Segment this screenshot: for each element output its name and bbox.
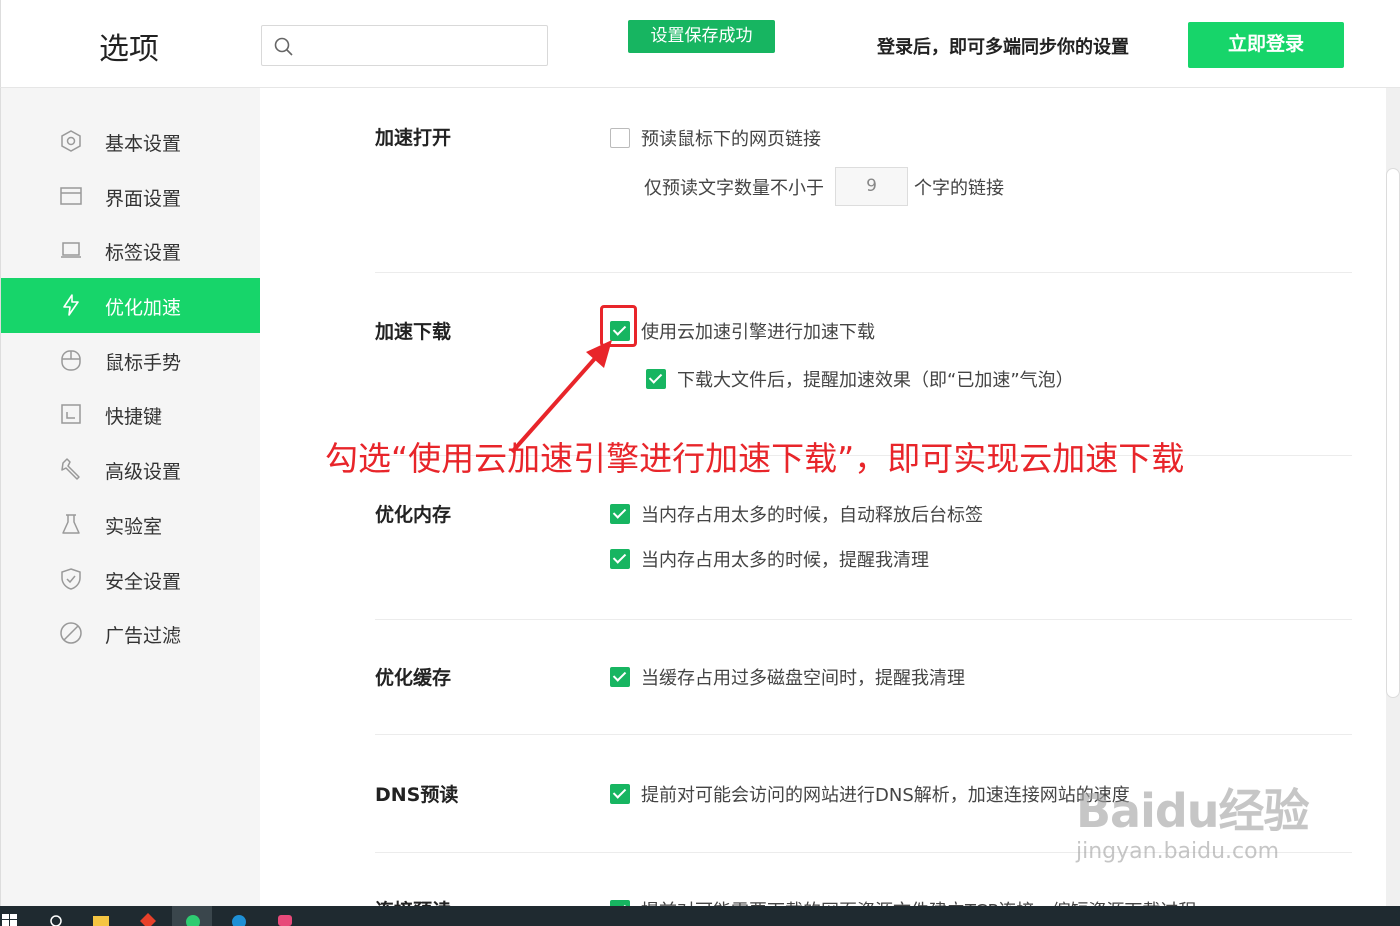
login-button[interactable]: 立即登录 (1188, 22, 1344, 68)
sidebar-item-advanced[interactable]: 高级设置 (1, 442, 261, 497)
windows-start-icon[interactable] (2, 912, 20, 926)
section-title-speed-open: 加速打开 (375, 127, 452, 149)
sidebar-item-label: 基本设置 (105, 133, 182, 155)
baidu-watermark: Baidu经验 jingyan.baidu.com (1076, 775, 1310, 864)
app-icon[interactable] (139, 912, 157, 926)
sidebar-item-label: 高级设置 (105, 461, 182, 483)
app-icon-pink[interactable] (276, 912, 294, 926)
cloud-accel-label: 使用云加速引擎进行加速下载 (641, 322, 875, 343)
min-chars-row: 仅预读文字数量不小于 (644, 174, 824, 200)
sidebar-item-tabs[interactable]: 标签设置 (1, 223, 261, 278)
scrollbar-thumb[interactable] (1386, 168, 1400, 698)
section-title-dns: DNS预读 (375, 784, 459, 806)
memory-release-option[interactable]: 当内存占用太多的时候，自动释放后台标签 (610, 501, 983, 527)
lightning-icon (63, 294, 79, 316)
sidebar-item-label: 广告过滤 (105, 625, 182, 647)
section-title-preconnect: 连接预读 (375, 896, 451, 906)
dns-prefetch-option[interactable]: 提前对可能会访问的网站进行DNS解析，加速连接网站的速度 (610, 781, 1130, 807)
tab-icon (61, 242, 81, 258)
sidebar-item-shortcuts[interactable]: 快捷键 (1, 387, 261, 442)
divider (375, 272, 1352, 273)
prefetch-label: 预读鼠标下的网页链接 (641, 129, 821, 150)
section-title-memory: 优化内存 (375, 504, 452, 526)
download-remind-option[interactable]: 下载大文件后，提醒加速效果（即“已加速”气泡） (646, 366, 1074, 392)
sidebar-item-label: 鼠标手势 (105, 352, 182, 374)
download-remind-checkbox[interactable] (646, 369, 666, 389)
page-title: 选项 (99, 32, 159, 67)
annotation-text: 勾选“使用云加速引擎进行加速下载”，即可实现云加速下载 (325, 439, 1185, 478)
sidebar-item-label: 标签设置 (105, 242, 182, 264)
watermark-url: jingyan.baidu.com (1076, 839, 1280, 864)
sidebar-item-interface[interactable]: 界面设置 (1, 169, 261, 224)
cache-remind-option[interactable]: 当缓存占用过多磁盘空间时，提醒我清理 (610, 664, 965, 690)
keyboard-icon (61, 404, 81, 424)
search-input[interactable] (261, 25, 548, 66)
sidebar-item-label: 快捷键 (105, 406, 163, 428)
sidebar-item-lab[interactable]: 实验室 (1, 497, 261, 552)
prefetch-checkbox[interactable] (610, 128, 630, 148)
save-success-toast: 设置保存成功 (628, 20, 775, 53)
dns-prefetch-label: 提前对可能会访问的网站进行DNS解析，加速连接网站的速度 (641, 785, 1130, 806)
min-chars-suffix-row: 个字的链接 (914, 174, 1004, 200)
section-title-speed-download: 加速下载 (375, 321, 452, 343)
download-remind-label: 下载大文件后，提醒加速效果（即“已加速”气泡） (677, 370, 1074, 391)
sidebar-item-security[interactable]: 安全设置 (1, 552, 261, 607)
sync-hint-text: 登录后，即可多端同步你的设置 (877, 37, 1129, 58)
taskbar (0, 906, 1400, 926)
sidebar-item-label: 实验室 (105, 516, 163, 538)
search-icon (274, 37, 293, 56)
memory-remind-option[interactable]: 当内存占用太多的时候，提醒我清理 (610, 546, 929, 572)
preconnect-option[interactable]: 提前对可能需要下载的网页资源文件建立TCP连接，缩短资源下载过程 (610, 897, 1196, 906)
min-chars-input[interactable]: 9 (835, 167, 908, 206)
memory-remind-checkbox[interactable] (610, 549, 630, 569)
window-icon (60, 187, 82, 205)
preconnect-label: 提前对可能需要下载的网页资源文件建立TCP连接，缩短资源下载过程 (641, 897, 1196, 906)
file-explorer-icon[interactable] (92, 912, 110, 926)
divider (375, 619, 1352, 620)
hexagon-icon (61, 130, 81, 152)
sidebar-item-basic[interactable]: 基本设置 (1, 114, 261, 169)
min-chars-suffix: 个字的链接 (914, 178, 1004, 199)
sidebar-item-mouse[interactable]: 鼠标手势 (1, 333, 261, 388)
memory-remind-label: 当内存占用太多的时候，提醒我清理 (641, 550, 929, 571)
browser-icon[interactable] (184, 912, 202, 926)
header-bar: 选项 设置保存成功 登录后，即可多端同步你的设置 立即登录 (0, 0, 1400, 88)
cloud-accel-option[interactable]: 使用云加速引擎进行加速下载 (610, 318, 875, 344)
cache-remind-label: 当缓存占用过多磁盘空间时，提醒我清理 (641, 668, 965, 689)
dns-prefetch-checkbox[interactable] (610, 784, 630, 804)
edge-icon[interactable] (230, 912, 248, 926)
taskbar-search-icon[interactable] (47, 912, 65, 926)
sidebar-item-label: 界面设置 (105, 188, 182, 210)
sidebar-item-label: 优化加速 (105, 297, 182, 319)
memory-release-checkbox[interactable] (610, 504, 630, 524)
watermark-logo: Baidu经验 (1076, 784, 1310, 838)
flask-icon (62, 514, 80, 534)
wrench-icon (61, 458, 80, 480)
sidebar-item-optimize[interactable]: 优化加速 (1, 278, 261, 333)
prefetch-option[interactable]: 预读鼠标下的网页链接 (610, 125, 821, 151)
cache-remind-checkbox[interactable] (610, 667, 630, 687)
section-title-cache: 优化缓存 (375, 667, 452, 689)
mouse-icon (61, 350, 81, 371)
memory-release-label: 当内存占用太多的时候，自动释放后台标签 (641, 505, 983, 526)
sidebar-item-adblock[interactable]: 广告过滤 (1, 606, 261, 661)
divider (375, 734, 1352, 735)
sidebar-item-label: 安全设置 (105, 571, 182, 593)
annotation-highlight-box (600, 305, 637, 347)
block-icon (60, 622, 82, 644)
min-chars-prefix: 仅预读文字数量不小于 (644, 178, 824, 199)
shield-icon (61, 568, 81, 590)
sidebar: 基本设置 界面设置 标签设置 优化加速 鼠标手势 快捷键 高级设置 实验室 安全… (0, 88, 261, 906)
